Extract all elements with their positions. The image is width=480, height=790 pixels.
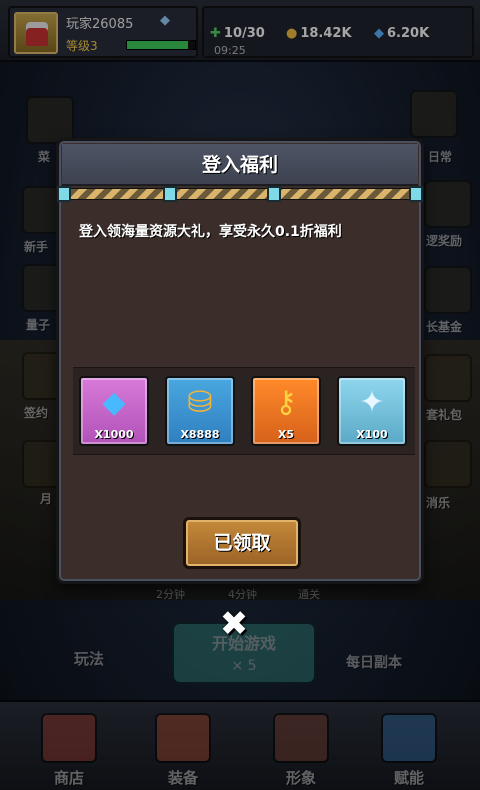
gold-barrel-icon: ⛁ xyxy=(187,385,213,420)
reward-item[interactable]: ⚷ X5 xyxy=(251,376,321,446)
reward-quantity: X1000 xyxy=(94,428,134,441)
reward-item[interactable]: ✦ X100 xyxy=(337,376,407,446)
key-icon: ⚷ xyxy=(275,385,297,420)
stripe-rivet xyxy=(409,186,423,202)
claim-button-label: 已领取 xyxy=(213,532,271,554)
puzzle-piece-icon: ✦ xyxy=(359,385,385,420)
claim-button[interactable]: 已领取 xyxy=(183,517,301,569)
diamond-icon: ◆ xyxy=(102,385,126,420)
dialog-description: 登入领海量资源大礼，享受永久0.1折福利 xyxy=(79,224,342,240)
hazard-stripe xyxy=(62,188,418,200)
stripe-rivet xyxy=(57,186,71,202)
stripe-rivet xyxy=(267,186,281,202)
reward-quantity: X5 xyxy=(277,428,295,441)
login-reward-dialog: 登入福利 登入领海量资源大礼，享受永久0.1折福利 ◆ X1000 ⛁ X888… xyxy=(56,138,424,584)
stripe-rivet xyxy=(163,186,177,202)
reward-item[interactable]: ◆ X1000 xyxy=(79,376,149,446)
dialog-title: 登入福利 xyxy=(201,154,278,176)
reward-item[interactable]: ⛁ X8888 xyxy=(165,376,235,446)
reward-list: ◆ X1000 ⛁ X8888 ⚷ X5 ✦ X100 xyxy=(73,367,415,455)
dialog-header: 登入福利 xyxy=(62,144,418,186)
close-icon[interactable]: ✖ xyxy=(216,606,252,642)
reward-quantity: X8888 xyxy=(180,428,220,441)
reward-quantity: X100 xyxy=(356,428,388,441)
